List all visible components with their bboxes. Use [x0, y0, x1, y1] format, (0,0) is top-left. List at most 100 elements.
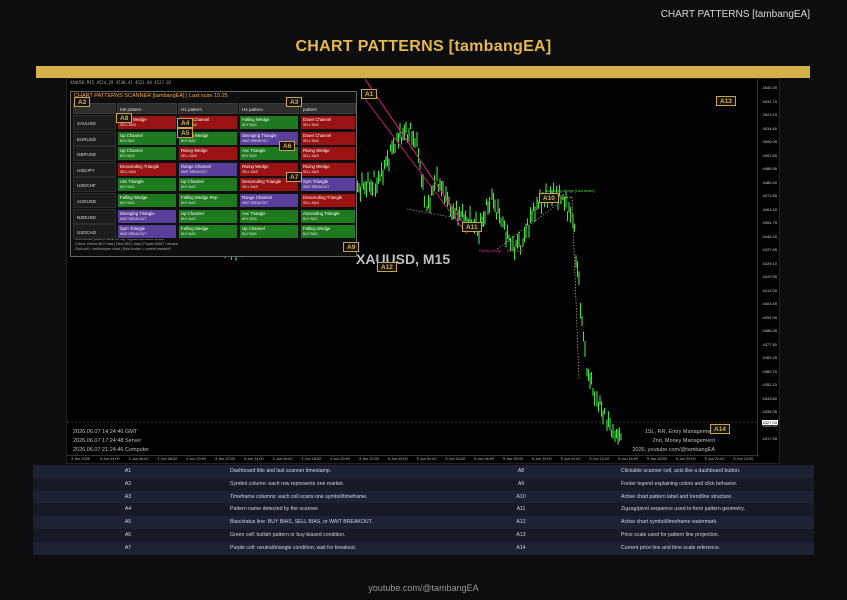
- time-tick: 4 Jun 10:00: [186, 457, 207, 461]
- chart-window[interactable]: Ascending Wedge [Last Active] Falling Wed…: [66, 78, 780, 464]
- time-tick: 4 Jun 08:00: [157, 457, 178, 461]
- bias-label: SELL BIAS: [181, 154, 197, 159]
- legend-key: A11: [516, 506, 526, 513]
- scanner-cell[interactable]: Up Channel BUY BIAS: [239, 224, 299, 240]
- legend-key: A3: [124, 493, 132, 500]
- bias-label: SELL BIAS: [303, 201, 319, 205]
- scanner-symbol[interactable]: USDCHF: [73, 177, 116, 193]
- legend-description: Active chart pattern label and trendline…: [621, 493, 733, 500]
- scanner-symbol[interactable]: USDCAD: [73, 224, 116, 240]
- scanner-symbol[interactable]: AUDUSD: [73, 193, 116, 208]
- legend-row: A6 Green cell: bullish pattern or buy-bia…: [33, 529, 814, 542]
- brand-line-3: 2026, youtube.com/@tambangEA: [632, 446, 715, 453]
- bias-label: BUY BIAS: [181, 185, 196, 190]
- footer-link[interactable]: youtube.com/@tambangEA: [0, 583, 847, 593]
- scanner-symbol[interactable]: XAUUSD: [73, 115, 116, 130]
- bias-label: BUY BIAS: [120, 185, 135, 190]
- scanner-symbol[interactable]: EURUSD: [73, 130, 116, 146]
- time-axis[interactable]: 4 Jun 2026 4 Jun 04:00 4 Jun 06:00 4 Jun 08…: [67, 455, 759, 463]
- scanner-cell[interactable]: Descending Triangle SELL BIAS: [117, 161, 177, 177]
- scanner-cell[interactable]: Rising Wedge SELL BIAS: [300, 161, 356, 177]
- bias-label: BUY BIAS: [303, 232, 318, 237]
- callout-a5: A5: [177, 128, 194, 138]
- time-tick: 4 Jun 12:00: [215, 457, 235, 461]
- legend-key: A7: [124, 544, 132, 551]
- price-tick: 4446.20: [762, 233, 777, 239]
- time-tick: 4 Jun 04:00: [99, 457, 120, 461]
- scanner-symbol[interactable]: USDJPY: [73, 161, 116, 177]
- scanner-cell[interactable]: Up Channel BUY BIAS: [117, 146, 177, 162]
- callout-a2: A2: [74, 97, 91, 107]
- bias-label: BUY BIAS: [181, 232, 196, 237]
- scanner-cell[interactable]: Sym Triangle WAIT BREAKOUT: [117, 224, 177, 240]
- scanner-cell[interactable]: Falling Wedge BUY BIAS: [178, 224, 238, 240]
- scanner-cell[interactable]: Descending Triangle SELL BIAS: [300, 193, 356, 208]
- time-tick: 4 Jun 14:00: [243, 457, 264, 461]
- active-pattern-line: [571, 196, 580, 380]
- scanner-cell[interactable]: Asc Triangle BUY BIAS: [117, 177, 177, 193]
- price-tick: 4360.70: [762, 368, 777, 374]
- gold-bar: [36, 66, 810, 78]
- bias-label: BUY BIAS: [120, 154, 135, 159]
- scanner-cell[interactable]: Ascending Triangle BUY BIAS: [300, 208, 356, 224]
- time-tick: 4 Jun 06:00: [128, 457, 149, 461]
- time-tick: 4 Jun 18:00: [301, 457, 322, 461]
- scanner-cell[interactable]: Down ChannelSELL BIAS: [300, 130, 356, 146]
- bias-label: WAIT BREAKOUT: [120, 232, 147, 237]
- callout-a14: A14: [710, 424, 730, 434]
- scanner-cell[interactable]: Asc Triangle BUY BIAS: [239, 208, 299, 224]
- brand-line-1: 1SL, RR, Entry Management: [644, 429, 715, 435]
- scanner-cell[interactable]: Rising Wedge SELL BIAS: [300, 146, 356, 162]
- scanner-cell[interactable]: Falling Wedge BUY BIAS: [117, 193, 177, 208]
- legend-row: A3 Timeframe columns: each cell scans one…: [33, 490, 814, 504]
- legend-key: A9: [517, 480, 525, 487]
- price-tick: 4523.15: [762, 112, 777, 117]
- legend-description: Current price line and time scale refere…: [621, 544, 721, 551]
- scanner-cell[interactable]: Down ChannelSELL BIAS: [300, 115, 356, 130]
- scanner-cell[interactable]: Rising Wedge SELL BIAS: [178, 146, 238, 162]
- bias-label: BUY BIAS: [242, 123, 257, 127]
- price-tick: 4420.55: [762, 274, 777, 279]
- legend-description: Active chart symbol/timeframe watermark.: [621, 519, 718, 526]
- callout-a1: A1: [361, 89, 378, 99]
- price-tick: 4454.75: [762, 220, 777, 225]
- legend-key: A1: [124, 468, 132, 474]
- price-tick: 4497.50: [762, 152, 777, 158]
- time-tick: 5 Jun 20:00: [675, 457, 696, 461]
- scanner-cell[interactable]: Up Channel BUY BIAS: [117, 130, 177, 146]
- price-tick: 4412.00: [762, 287, 777, 293]
- scanner-cell[interactable]: Up Channel BUY BIAS: [178, 177, 238, 193]
- bias-label: WAIT BREAKOUT: [242, 201, 269, 205]
- scanner-column-header: H1 pattern: [178, 103, 238, 114]
- scanner-cell[interactable]: Diverging Triangle WAIT BREAKOUT: [117, 208, 177, 224]
- page-title: CHART PATTERNS [tambangEA]: [295, 38, 552, 55]
- scanner-cell[interactable]: Up Channel BUY BIAS: [178, 208, 238, 224]
- price-tick: 4480.40: [762, 179, 777, 185]
- time-tick: 5 Jun 18:00: [647, 457, 667, 461]
- legend-key: A4: [124, 506, 132, 513]
- bias-label: SELL BIAS: [303, 154, 319, 159]
- time-tick: 4 Jun 2026: [71, 457, 90, 461]
- time-tick: 5 Jun 08:00: [503, 457, 523, 461]
- price-axis[interactable]: 4540.25 4531.70 4523.15 4514.60 4506.05 4497.…: [757, 79, 779, 457]
- bias-label: BUY BIAS: [181, 216, 196, 221]
- callout-a10: A10: [539, 193, 559, 203]
- time-tick: 5 Jun 10:00: [531, 457, 552, 461]
- scanner-symbol[interactable]: GBPUSD: [73, 146, 116, 162]
- scanner-cell[interactable]: Falling Wedge BUY BIAS: [300, 224, 356, 240]
- scanner-cell[interactable]: Sym Triangle WAIT BREAKOUT: [300, 177, 356, 193]
- scanner-cell[interactable]: Falling Wedge Rep BUY BIAS: [178, 193, 238, 208]
- current-price-tag: 4327.04: [761, 420, 778, 425]
- legend-description: Footer legend explaining colors and clic…: [621, 480, 738, 487]
- legend-row: A7 Purple cell: neutral/triangle conditio…: [33, 541, 814, 555]
- wedge-upper-line: [364, 79, 468, 230]
- legend-row: A1 Dashboard title and last scanner times…: [33, 465, 814, 478]
- price-tick: 4369.25: [762, 355, 777, 360]
- scanner-cell[interactable]: Range Channel WAIT BREAKOUT: [178, 161, 238, 177]
- scanner-cell[interactable]: Range Channel WAIT BREAKOUT: [239, 193, 299, 208]
- scanner-cell[interactable]: Falling Wedge BUY BIAS: [239, 115, 299, 130]
- bias-label: WAIT BREAKOUT: [181, 169, 208, 174]
- callout-a7: A7: [286, 172, 303, 182]
- legend-key: A8: [517, 468, 525, 474]
- scanner-symbol[interactable]: NZDUSD: [73, 208, 116, 224]
